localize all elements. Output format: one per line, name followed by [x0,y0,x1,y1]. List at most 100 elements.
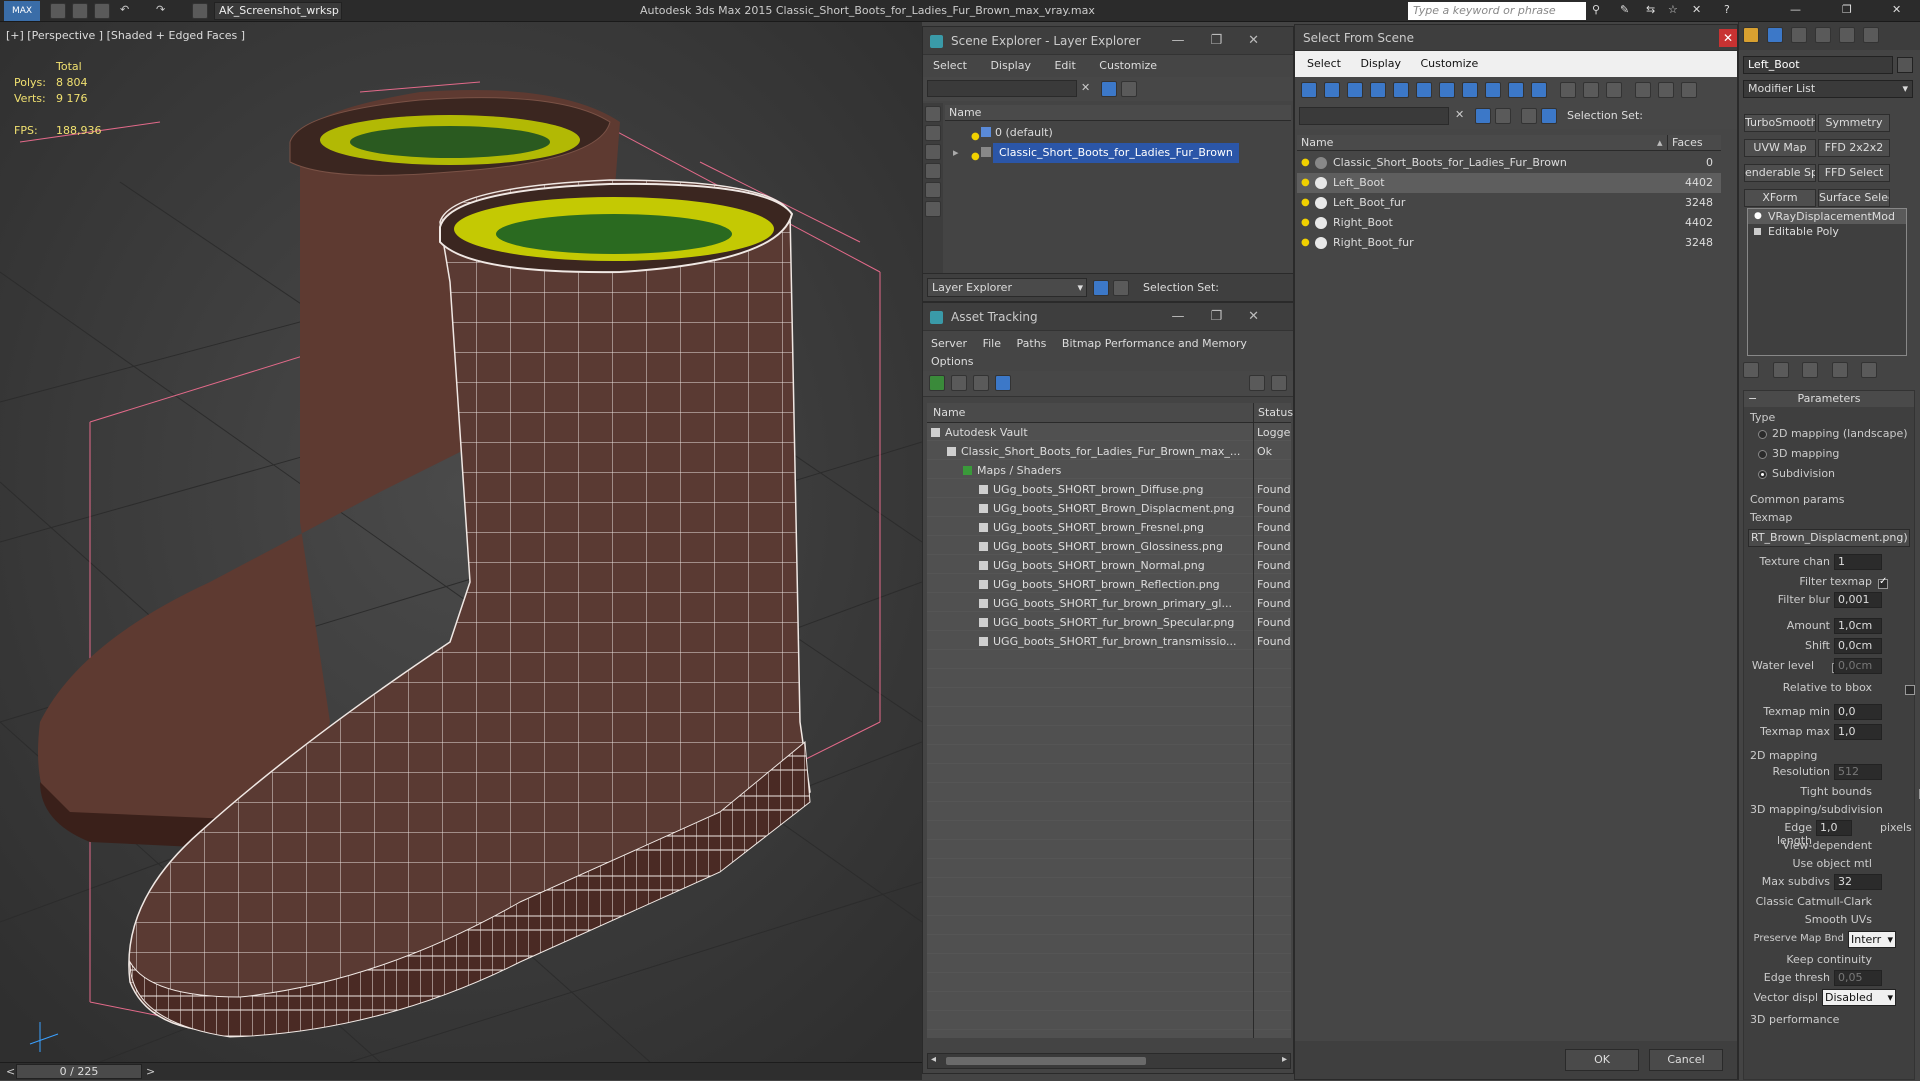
scroll-right-icon[interactable]: ▸ [1282,1054,1287,1065]
vault-icon[interactable] [1271,375,1287,391]
layer-row-boots[interactable]: ▸ ● Classic_Short_Boots_for_Ladies_Fur_B… [945,143,1291,163]
sfs-object-row[interactable]: ●Right_Boot4402 [1297,213,1721,233]
menu-display[interactable]: Display [990,59,1031,72]
shift-input[interactable]: 0,0cm [1834,638,1882,654]
vector-displ-dropdown[interactable]: Disabled▾ [1822,989,1896,1006]
configure-sets-icon[interactable] [1861,362,1877,378]
menu-paths[interactable]: Paths [1017,337,1047,350]
options-icon[interactable] [1681,82,1697,98]
workspace-dropdown[interactable]: AK_Screenshot_wrksp ▾ [214,2,342,20]
menu-file[interactable]: File [983,337,1001,350]
lightbulb-icon[interactable]: ● [1754,209,1762,224]
water-level-input[interactable]: 0,0cm [1834,658,1882,674]
filter-containers-icon[interactable] [1508,82,1524,98]
new-file-icon[interactable] [50,3,66,19]
asset-tracking-window-buttons[interactable]: —❐✕ [1171,303,1285,331]
dialog-close-icon[interactable]: ✕ [1719,29,1737,47]
modifier-stack[interactable]: ● VRayDisplacementMod Editable Poly [1747,208,1907,356]
lightbulb-icon[interactable]: ● [971,147,980,163]
star-icon[interactable]: ☆ [1668,3,1678,16]
lightbulb-icon[interactable]: ● [1301,153,1310,173]
parameters-rollout-header[interactable]: −Parameters [1744,391,1914,407]
turbosmooth-button[interactable]: TurboSmooth [1744,114,1816,132]
sfs-menu-select[interactable]: Select [1307,57,1341,70]
search-input[interactable]: Type a keyword or phrase [1408,2,1586,20]
layer-row-default[interactable]: ● 0 (default) [945,123,1291,143]
scene-explorer-search-input[interactable] [927,80,1077,97]
close-x-icon[interactable]: ✕ [1692,3,1701,16]
timeline-prev-button[interactable]: < [6,1065,15,1078]
menu-select[interactable]: Select [933,59,967,72]
layer-explorer-icon[interactable] [1521,108,1537,124]
object-color-swatch[interactable] [1897,57,1913,73]
stack-item-editable-poly[interactable]: Editable Poly [1748,224,1906,239]
redo-icon[interactable]: ↷ [156,3,165,16]
make-unique-icon[interactable] [1802,362,1818,378]
help-icon[interactable]: ? [1724,3,1730,16]
funnel-icon[interactable] [1635,82,1651,98]
undo-icon[interactable]: ↶ [120,3,129,16]
filter-icon[interactable] [1101,81,1117,97]
display-all-icon[interactable] [925,125,941,141]
lightbulb-icon[interactable]: ● [1301,213,1310,233]
type-3d-option[interactable]: 3D mapping [1758,447,1839,460]
asset-row[interactable]: Classic_Short_Boots_for_Ladies_Fur_Brown… [927,442,1291,461]
layer-explorer-icon[interactable] [1093,280,1109,296]
lightbulb-icon[interactable]: ● [971,127,980,143]
surface-select-button[interactable]: Surface Select [1818,189,1890,207]
sfs-menu-customize[interactable]: Customize [1420,57,1478,70]
ok-button[interactable]: OK [1565,1049,1639,1071]
display-lights-icon[interactable] [925,163,941,179]
restore-icon[interactable]: ❐ [1842,3,1852,16]
select-invert-icon[interactable] [1606,82,1622,98]
filter-groups-icon[interactable] [1439,82,1455,98]
asset-row[interactable]: UGG_boots_SHORT_fur_brown_Specular.pngFo… [927,613,1291,632]
asset-col-name[interactable]: Name [927,406,965,419]
open-file-icon[interactable] [72,3,88,19]
renderable-spline-button[interactable]: enderable Spli [1744,164,1816,182]
menu-options[interactable]: Options [931,355,973,368]
sfs-object-row[interactable]: ●Right_Boot_fur3248 [1297,233,1721,253]
menu-bitmap-performance[interactable]: Bitmap Performance and Memory [1062,337,1247,350]
project-folder-icon[interactable] [192,3,208,19]
table-view-icon[interactable] [995,375,1011,391]
hierarchy-tab-icon[interactable] [1791,27,1807,43]
asset-row[interactable]: UGg_boots_SHORT_Brown_Displacment.pngFou… [927,499,1291,518]
modifier-list-dropdown[interactable]: Modifier List▾ [1743,80,1913,98]
scene-explorer-titlebar[interactable]: Scene Explorer - Layer Explorer —❐✕ [923,27,1293,55]
type-2d-option[interactable]: 2D mapping (landscape) [1758,427,1908,440]
scene-explorer-window-buttons[interactable]: —❐✕ [1171,27,1285,55]
amount-input[interactable]: 1,0cm [1834,618,1882,634]
asset-row[interactable]: Autodesk VaultLogge [927,423,1291,442]
filter-texmap-checkbox[interactable] [1878,579,1888,589]
menu-customize[interactable]: Customize [1099,59,1157,72]
asset-row[interactable]: UGg_boots_SHORT_brown_Reflection.pngFoun… [927,575,1291,594]
tools-icon[interactable]: ✎ [1620,3,1629,16]
motion-tab-icon[interactable] [1815,27,1831,43]
explorer-type-dropdown[interactable]: Layer Explorer▾ [927,278,1087,297]
sfs-menu-display[interactable]: Display [1360,57,1401,70]
uvw-map-button[interactable]: UVW Map [1744,139,1816,157]
layers-toggle-icon[interactable] [1121,81,1137,97]
sfs-object-row[interactable]: ●Left_Boot4402 [1297,173,1721,193]
tree-view-icon[interactable] [973,375,989,391]
display-cameras-icon[interactable] [925,182,941,198]
asset-row[interactable]: UGg_boots_SHORT_brown_Glossiness.pngFoun… [927,537,1291,556]
filter-toggle-icon[interactable] [1475,108,1491,124]
time-slider[interactable]: < 0 / 225 > [0,1062,922,1080]
resolution-input[interactable]: 512 [1834,764,1882,780]
timeline-frame-slider[interactable]: 0 / 225 [16,1064,142,1079]
radio-3d[interactable] [1758,450,1767,459]
filter-spacewarps-icon[interactable] [1416,82,1432,98]
timeline-next-button[interactable]: > [146,1065,155,1078]
edge-thresh-input[interactable]: 0,05 [1834,970,1882,986]
pin-stack-icon[interactable] [1743,362,1759,378]
app-logo-icon[interactable]: MAX [4,1,40,21]
display-geometry-icon[interactable] [925,144,941,160]
radio-subdivision[interactable] [1758,470,1767,479]
expand-arrow-icon[interactable]: ▸ [953,143,959,163]
type-subdivision-option[interactable]: Subdivision [1758,467,1835,480]
list-view-icon[interactable] [951,375,967,391]
clear-search-icon[interactable]: ✕ [1081,81,1090,94]
symmetry-button[interactable]: Symmetry [1818,114,1890,132]
